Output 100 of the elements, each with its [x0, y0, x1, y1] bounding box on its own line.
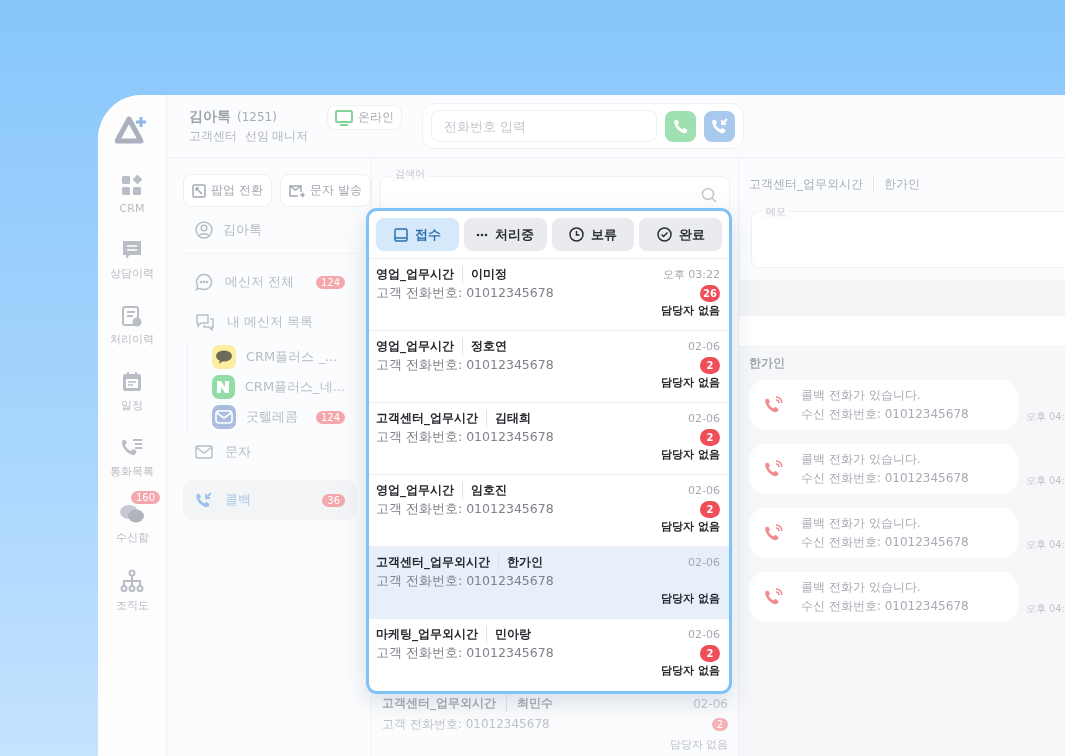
logo-icon: [115, 115, 149, 145]
envelope-icon: [215, 410, 233, 424]
message-phone: 수신 전화번호: 01012345678: [801, 470, 969, 487]
rail-nav-item[interactable]: 상담이력: [110, 239, 154, 281]
row-group: 영업_업무시간: [376, 338, 463, 355]
user-name: 김아톡: [223, 221, 262, 239]
row-assignee: 담당자 없음: [661, 304, 720, 318]
phone-callback-icon: [195, 491, 213, 509]
phone-input-field[interactable]: 전화번호 입력: [431, 110, 657, 142]
menu-item[interactable]: 내 메신저 목록: [183, 302, 357, 342]
message-title: 콜백 전화가 있습니다.: [801, 579, 922, 596]
panel-button[interactable]: 팝업 전환: [183, 174, 272, 207]
org-chart-icon: [120, 569, 144, 593]
message-title: 콜백 전화가 있습니다.: [801, 387, 922, 404]
monitor-icon: [335, 109, 353, 126]
row-name: 최민수: [516, 695, 553, 712]
count-badge: 36: [322, 493, 345, 507]
count-badge: 124: [315, 410, 345, 424]
messenger-channel-item[interactable]: CRM플러스 _...: [187, 342, 357, 372]
status-tab[interactable]: 접수: [376, 218, 459, 251]
messenger-channel-item[interactable]: 굿텔레콤 124: [187, 402, 357, 432]
message-phone: 수신 전화번호: 01012345678: [801, 534, 969, 551]
menu-item[interactable]: 메신저 전체 124: [183, 262, 357, 302]
chat-bubbles-icon: [119, 503, 145, 525]
message-phone: 수신 전화번호: 01012345678: [801, 406, 969, 423]
rail-nav-item[interactable]: 처리이력: [110, 305, 154, 347]
user-circle-icon: [195, 221, 213, 239]
row-time: 02-06: [688, 484, 720, 497]
menu-item[interactable]: 문자: [183, 432, 357, 472]
call-button[interactable]: [665, 110, 696, 142]
status-tab[interactable]: 처리중: [463, 218, 547, 251]
row-assignee: 담당자 없음: [661, 520, 720, 534]
message-phone: 수신 전화번호: 01012345678: [801, 598, 969, 615]
status-chip[interactable]: 온라인: [327, 105, 402, 130]
document-icon: [121, 305, 143, 327]
row-group: 고객센터_업무외시간: [376, 554, 499, 571]
row-name: 한가인: [506, 554, 543, 571]
search-icon: [701, 187, 717, 203]
row-time: 02-06: [688, 340, 720, 353]
dots-icon: [476, 232, 489, 237]
rail-nav-item[interactable]: 조직도: [115, 569, 149, 613]
user-extension: (1251): [237, 109, 277, 124]
phone-callback-icon: [710, 117, 729, 135]
rail-nav-item[interactable]: 160 수신함: [104, 490, 160, 545]
row-name: 김태희: [494, 410, 531, 427]
callback-row[interactable]: 고객센터_업무외시간 한가인 02-06 고객 전화번호: 01012345678 담당자 없음: [369, 547, 729, 619]
user-role: 고객센터 선임 매니저: [189, 127, 310, 145]
message-title: 콜백 전화가 있습니다.: [801, 515, 922, 532]
row-group: 고객센터_업무시간: [376, 410, 487, 427]
count-badge: 2: [700, 429, 720, 446]
row-name: 임호진: [470, 482, 507, 499]
status-tab[interactable]: 완료: [639, 218, 722, 251]
count-badge: 26: [700, 285, 720, 302]
row-phone: 고객 전화번호: 01012345678: [376, 645, 554, 662]
count-badge: 2: [711, 718, 728, 731]
row-phone: 고객 전화번호: 01012345678: [376, 357, 554, 374]
message-title: 콜백 전화가 있습니다.: [801, 451, 922, 468]
count-badge: 2: [700, 357, 720, 374]
callback-row[interactable]: 영업_업무시간 정호연 02-06 고객 전화번호: 01012345678 2 담당자 없음: [369, 331, 729, 403]
callback-row[interactable]: 마케팅_업무외시간 민아랑 02-06 고객 전화번호: 01012345678 2 담당자 없음: [369, 619, 729, 691]
row-time: 02-06: [688, 412, 720, 425]
section-title: 한가인: [749, 355, 786, 372]
row-time: 오후 03:22: [662, 267, 720, 282]
callback-button[interactable]: [704, 110, 735, 142]
callback-row[interactable]: 고객센터_업무시간 김태희 02-06 고객 전화번호: 01012345678 2 담당자 없음: [369, 403, 729, 475]
count-badge: 2: [700, 501, 720, 518]
messenger-channel-item[interactable]: CRM플러스_네...: [187, 372, 357, 402]
tray-icon: [393, 227, 408, 242]
count-badge: 124: [315, 275, 345, 289]
row-name: 민아랑: [494, 626, 531, 643]
row-phone: 고객 전화번호: 01012345678: [376, 285, 554, 302]
phone-icon: [672, 118, 689, 134]
row-assignee: 담당자 없음: [661, 592, 720, 606]
count-badge: 2: [700, 645, 720, 662]
row-group: 영업_업무시간: [376, 266, 463, 283]
count-badge: 160: [131, 491, 161, 504]
row-assignee: 담당자 없음: [661, 376, 720, 390]
user-name: 김아톡: [189, 107, 231, 126]
row-group: 영업_업무시간: [376, 482, 463, 499]
callback-row[interactable]: 영업_업무시간 이미정 오후 03:22 고객 전화번호: 01012345678 26 담당자 없음: [369, 259, 729, 331]
rail-nav-item[interactable]: 통화목록: [110, 437, 154, 479]
row-name: 정호연: [470, 338, 507, 355]
expand-box-icon: [192, 183, 206, 198]
row-group: 마케팅_업무외시간: [376, 626, 487, 643]
row-time: 02-06: [688, 628, 720, 641]
talk-bubble-icon: [215, 350, 233, 364]
detail-group: 고객센터_업무외시간: [749, 176, 874, 193]
row-assignee: 담당자 없음: [661, 448, 720, 462]
status-tab[interactable]: 보류: [551, 218, 635, 251]
chat-bubbles-icon: [195, 313, 215, 331]
grid-icon: [121, 175, 143, 197]
rail-nav-item[interactable]: CRM: [119, 175, 145, 215]
menu-item[interactable]: 콜백 36: [183, 480, 357, 520]
check-circle-icon: [656, 227, 672, 242]
chat-bubble-icon: [195, 273, 213, 291]
row-group: 고객센터_업무외시간: [382, 695, 507, 712]
panel-button[interactable]: 문자 발송: [279, 174, 371, 207]
clock-icon: [568, 227, 584, 242]
row-time: 02-06: [688, 556, 720, 569]
rail-nav-item[interactable]: 일정: [121, 371, 143, 413]
